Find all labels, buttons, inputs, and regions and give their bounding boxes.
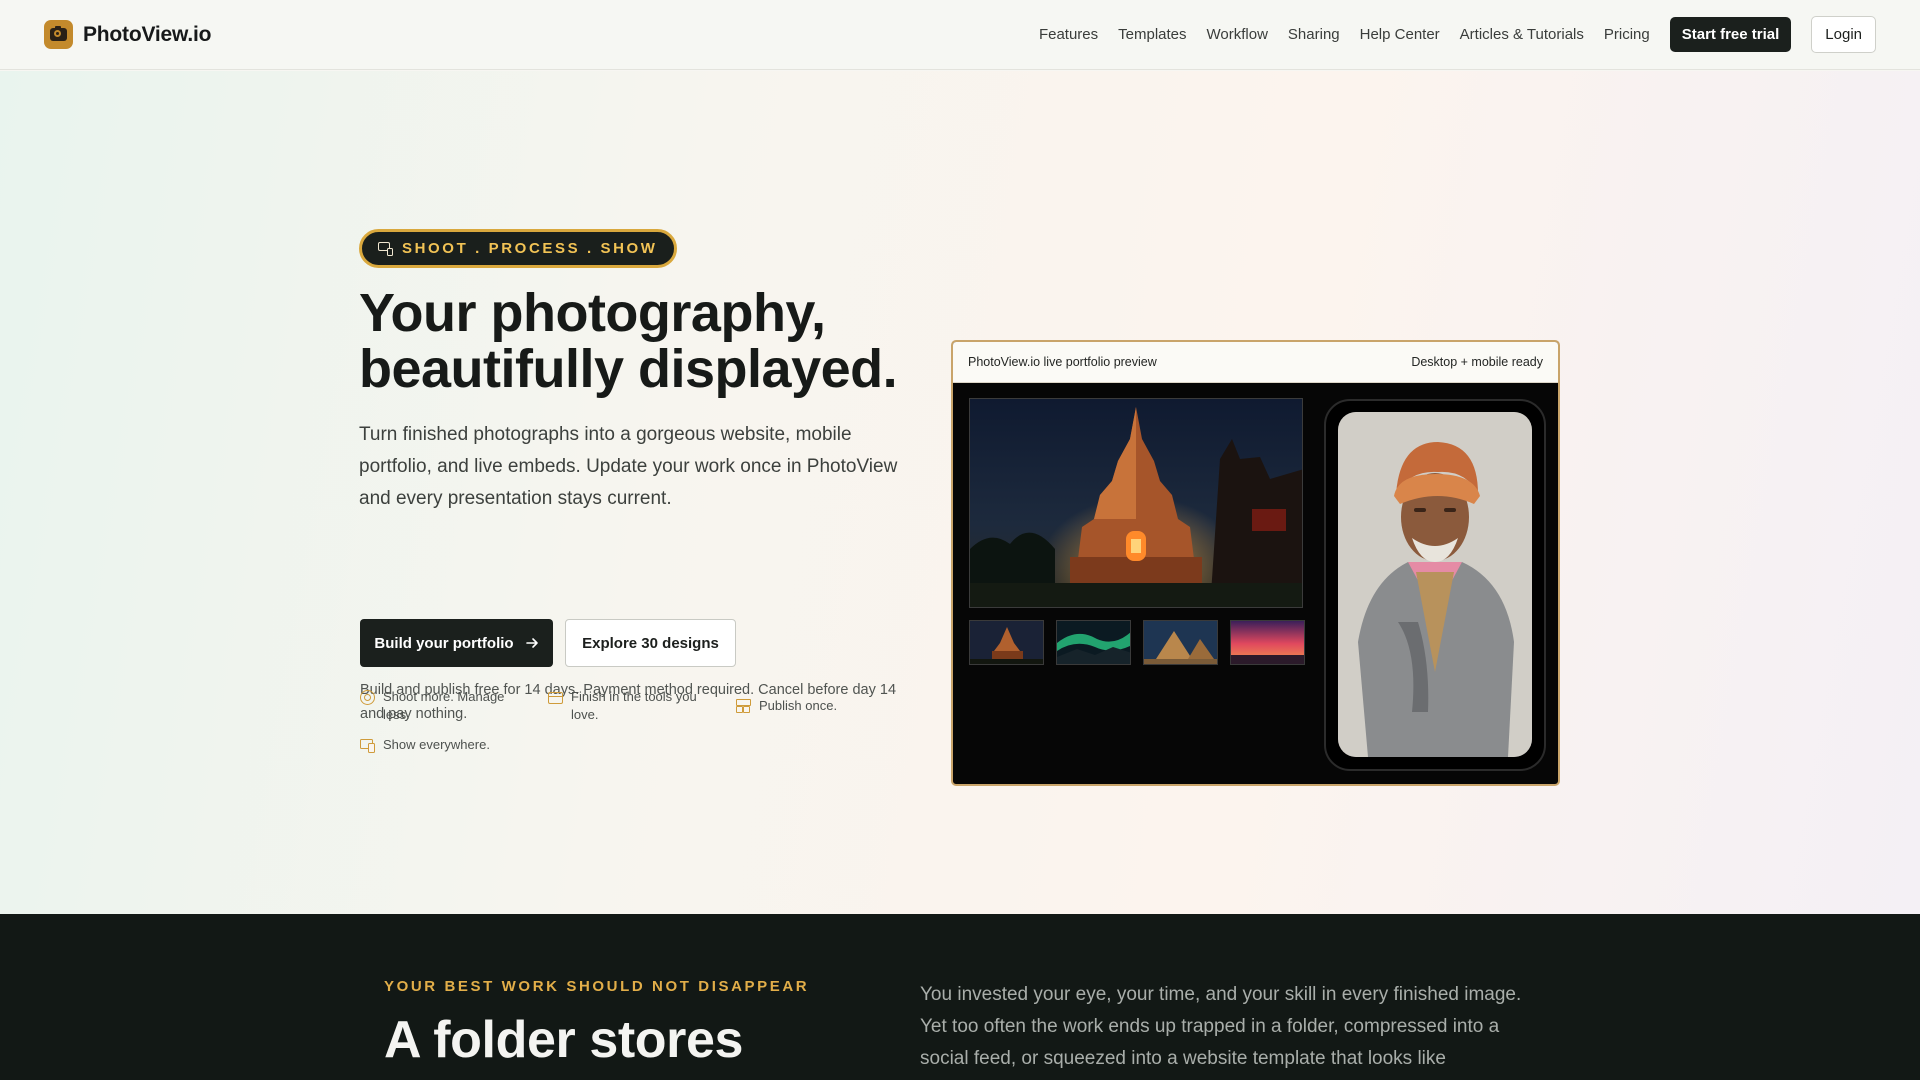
start-free-trial-button[interactable]: Start free trial: [1669, 17, 1792, 52]
devices-icon: [378, 242, 393, 256]
feature-item: Show everywhere.: [360, 736, 530, 754]
nav-links: Features Templates Workflow Sharing Help…: [1039, 16, 1876, 53]
feature-item: Publish once.: [736, 697, 896, 715]
portrait-photo[interactable]: [1338, 412, 1532, 757]
hero-subtitle: Turn finished photographs into a gorgeou…: [359, 424, 898, 509]
nav-link-features[interactable]: Features: [1039, 26, 1098, 43]
temple-at-night-photo[interactable]: [969, 398, 1303, 608]
feature-label: Finish in the tools you love.: [571, 689, 697, 722]
hero-title-line-1: Your photography,: [359, 283, 826, 343]
nav-link-pricing[interactable]: Pricing: [1604, 26, 1650, 43]
hero-section: SHOOT . PROCESS . SHOW Your photography,…: [0, 71, 1920, 914]
temple-thumbnail[interactable]: [969, 620, 1044, 665]
window-icon: [548, 692, 563, 704]
preview-header: PhotoView.io live portfolio preview Desk…: [953, 342, 1558, 383]
section-title: A folder stores: [384, 1011, 744, 1069]
devices-icon: [360, 738, 375, 753]
thumbnail-strip: [969, 620, 1305, 665]
tagline-pill: SHOOT . PROCESS . SHOW: [359, 229, 677, 268]
sunset-thumbnail[interactable]: [1230, 620, 1305, 665]
section-eyebrow: YOUR BEST WORK SHOULD NOT DISAPPEAR: [384, 978, 810, 995]
feature-label: Show everywhere.: [383, 737, 490, 752]
nav-link-articles[interactable]: Articles & Tutorials: [1460, 26, 1584, 43]
aperture-icon: [360, 690, 375, 705]
aurora-thumbnail[interactable]: [1056, 620, 1131, 665]
mobile-phone-frame: [1324, 399, 1546, 771]
tagline-text: SHOOT . PROCESS . SHOW: [402, 240, 658, 257]
camera-icon: [44, 20, 73, 49]
top-navigation: PhotoView.io Features Templates Workflow…: [0, 0, 1920, 70]
build-portfolio-button[interactable]: Build your portfolio: [360, 619, 553, 667]
login-button[interactable]: Login: [1811, 16, 1876, 53]
hero-title-line-2: beautifully displayed.: [359, 339, 898, 399]
feature-label: Shoot more. Manage less.: [383, 689, 505, 722]
explore-designs-button[interactable]: Explore 30 designs: [565, 619, 736, 667]
brand-name: PhotoView.io: [83, 22, 212, 46]
problem-section: YOUR BEST WORK SHOULD NOT DISAPPEAR A fo…: [0, 914, 1920, 1080]
preview-title: PhotoView.io live portfolio preview: [968, 355, 1157, 369]
brand-logo-link[interactable]: PhotoView.io: [44, 20, 211, 49]
nav-link-help-center[interactable]: Help Center: [1360, 26, 1440, 43]
pyramids-thumbnail[interactable]: [1143, 620, 1218, 665]
feature-item: Shoot more. Manage less.: [360, 688, 530, 724]
hero-title: Your photography, beautifully displayed.: [359, 285, 959, 397]
feature-item: Finish in the tools you love.: [548, 688, 718, 724]
nav-link-templates[interactable]: Templates: [1118, 26, 1186, 43]
portfolio-preview-card: PhotoView.io live portfolio preview Desk…: [951, 340, 1560, 786]
preview-badge: Desktop + mobile ready: [1411, 355, 1543, 369]
build-portfolio-label: Build your portfolio: [374, 634, 514, 652]
layout-icon: [736, 699, 751, 714]
nav-link-sharing[interactable]: Sharing: [1288, 26, 1340, 43]
feature-label: Publish once.: [759, 698, 838, 713]
nav-link-workflow[interactable]: Workflow: [1207, 26, 1268, 43]
section-body: You invested your eye, your time, and yo…: [920, 984, 1522, 1069]
arrow-right-icon: [525, 638, 538, 648]
